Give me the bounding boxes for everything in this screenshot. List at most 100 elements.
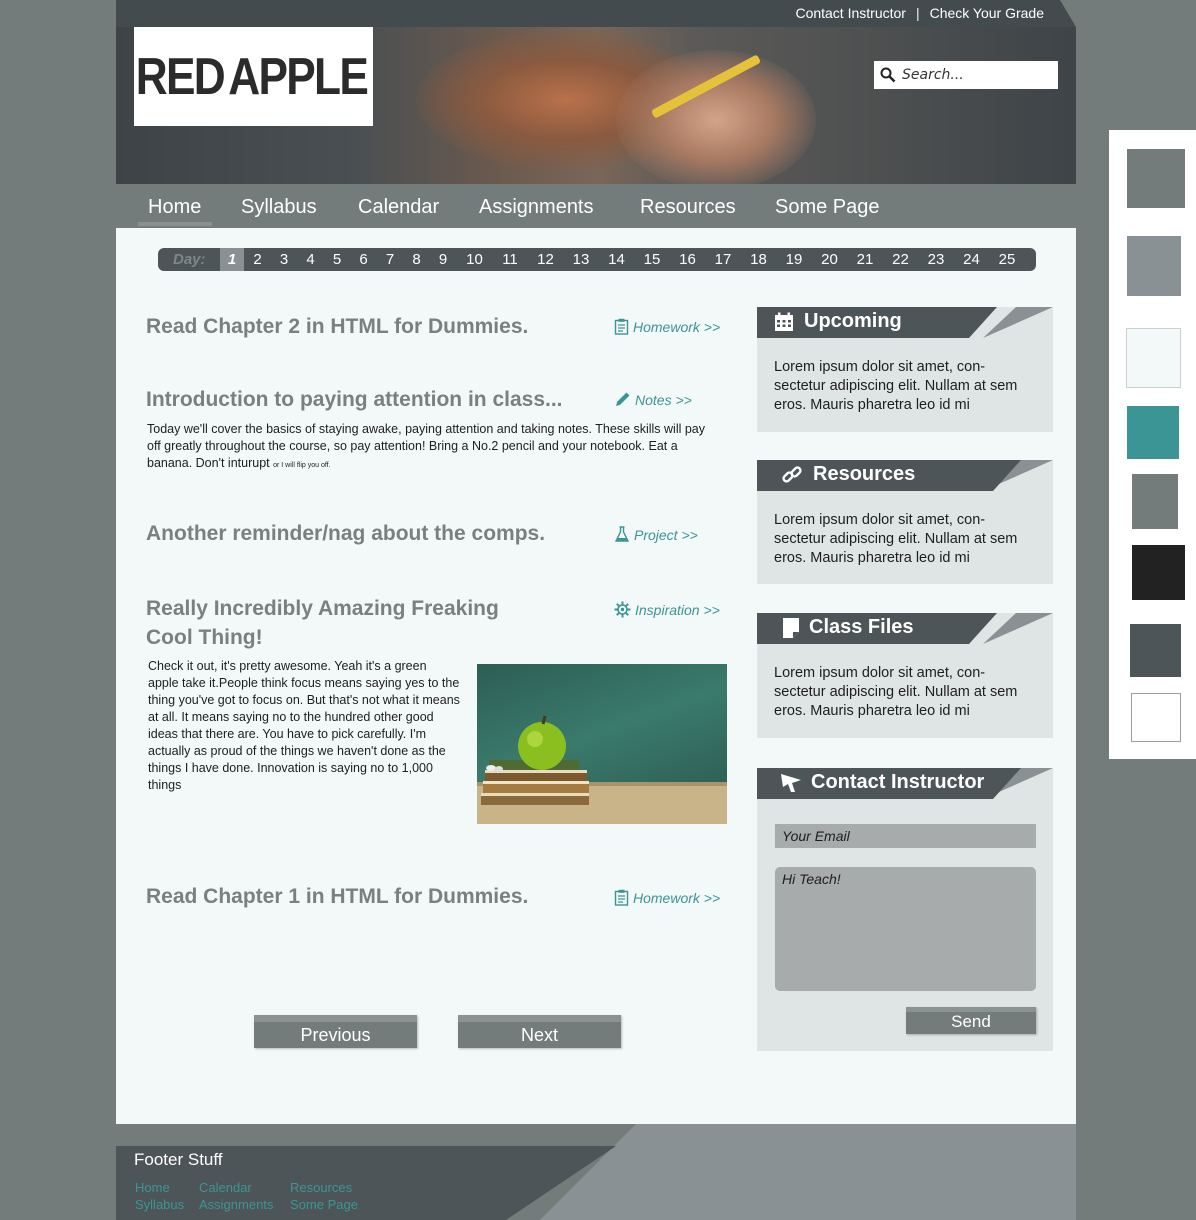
day-1[interactable]: 1	[220, 248, 244, 271]
day-3[interactable]: 3	[271, 248, 297, 271]
day-list: 1 2 3 4 5 6 7 8 9 10 11 12 13 14 15 16 17 18 19 20 21 22 23 24 2…	[220, 248, 1024, 271]
widget-title: Upcoming	[774, 310, 902, 333]
day-18[interactable]: 18	[740, 248, 777, 271]
notes-link-label: Notes >>	[635, 391, 692, 408]
widget-header-accent	[983, 613, 1053, 644]
day-25[interactable]: 25	[990, 248, 1024, 271]
nav-item-resources[interactable]: Resources	[640, 196, 736, 219]
contact-title: Contact Instructor	[811, 771, 985, 793]
homework-link[interactable]: Homework >>	[614, 889, 720, 906]
post-title[interactable]: Really Incredibly Amazing Freaking Cool …	[146, 594, 546, 652]
homework-link-label: Homework >>	[633, 318, 721, 335]
day-21[interactable]: 21	[848, 248, 882, 271]
widget-title: Resources	[781, 463, 915, 486]
resources-body: Lorem ipsum dolor sit amet, con-sectetur…	[774, 512, 1018, 566]
day-2[interactable]: 2	[244, 248, 271, 271]
footer-link-resources[interactable]: Resources	[290, 1180, 352, 1195]
day-4[interactable]: 4	[297, 248, 324, 271]
search-box[interactable]	[874, 61, 1058, 89]
day-23[interactable]: 23	[919, 248, 953, 271]
logo[interactable]: RED APPLE	[134, 27, 373, 126]
class-files-body: Lorem ipsum dolor sit amet, con-sectetur…	[774, 665, 1018, 719]
footer-link-home[interactable]: Home	[135, 1180, 170, 1195]
send-button[interactable]: Send	[906, 1007, 1036, 1034]
post-title[interactable]: Another reminder/nag about the comps.	[146, 519, 545, 548]
day-13[interactable]: 13	[564, 248, 598, 271]
homework-link[interactable]: Homework >>	[614, 318, 720, 335]
send-icon	[781, 773, 801, 792]
upcoming-body: Lorem ipsum dolor sit amet, con-sectetur…	[774, 359, 1018, 413]
nav-item-syllabus[interactable]: Syllabus	[241, 196, 317, 219]
day-17[interactable]: 17	[706, 248, 740, 271]
message-field[interactable]	[775, 867, 1036, 991]
post-title[interactable]: Introduction to paying attention in clas…	[146, 385, 563, 414]
day-5[interactable]: 5	[324, 248, 350, 271]
color-swatch	[1130, 624, 1181, 677]
post-title-line: Really Incredibly Amazing Freaking	[146, 597, 499, 620]
inspiration-link-label: Inspiration >>	[635, 601, 720, 618]
flask-icon	[614, 526, 630, 542]
check-grade-link[interactable]: Check Your Grade	[930, 5, 1044, 21]
color-swatch	[1127, 406, 1179, 459]
nav-item-calendar[interactable]: Calendar	[358, 196, 439, 219]
next-button[interactable]: Next	[458, 1015, 621, 1048]
green-apple-photo-art	[477, 715, 727, 824]
day-label: Day:	[173, 251, 206, 268]
day-7[interactable]: 7	[377, 248, 403, 271]
resources-widget: Resources Lorem ipsum dolor sit amet, co…	[757, 460, 1053, 584]
previous-button[interactable]: Previous	[254, 1015, 417, 1048]
project-link-label: Project >>	[634, 526, 698, 543]
color-swatch	[1131, 693, 1181, 742]
footer-link-assignments[interactable]: Assignments	[199, 1197, 273, 1212]
day-6[interactable]: 6	[350, 248, 377, 271]
clipboard-icon	[614, 889, 629, 906]
day-20[interactable]: 20	[811, 248, 848, 271]
inspiration-link[interactable]: Inspiration >>	[614, 601, 720, 618]
day-16[interactable]: 16	[669, 248, 706, 271]
day-11[interactable]: 11	[493, 248, 527, 271]
search-input[interactable]	[902, 67, 1052, 83]
day-12[interactable]: 12	[527, 248, 564, 271]
project-link[interactable]: Project >>	[614, 526, 698, 543]
upcoming-title: Upcoming	[804, 310, 902, 332]
logo-text-red: RED	[135, 47, 226, 106]
contact-instructor-link[interactable]: Contact Instructor	[795, 5, 906, 21]
day-24[interactable]: 24	[953, 248, 990, 271]
upcoming-widget: Upcoming Lorem ipsum dolor sit amet, con…	[757, 307, 1053, 432]
nav-active-indicator	[138, 222, 212, 226]
color-swatch-panel	[1109, 130, 1196, 759]
top-bar-corner	[1060, 0, 1076, 27]
clipboard-icon	[614, 318, 629, 335]
calendar-icon	[775, 312, 793, 331]
post-body-text: Today we'll cover the basics of staying …	[147, 422, 706, 470]
nav-item-some-page[interactable]: Some Page	[775, 196, 880, 219]
top-bar: Contact Instructor | Check Your Grade	[116, 0, 1076, 27]
footer-link-syllabus[interactable]: Syllabus	[135, 1197, 184, 1212]
day-15[interactable]: 15	[635, 248, 669, 271]
gear-icon	[614, 601, 631, 618]
logo-text-apple: APPLE	[227, 47, 369, 106]
footer-link-some-page[interactable]: Some Page	[290, 1197, 358, 1212]
day-9[interactable]: 9	[430, 248, 456, 271]
banner-photo-hand	[616, 50, 816, 184]
day-19[interactable]: 19	[777, 248, 811, 271]
nav-item-home[interactable]: Home	[148, 196, 201, 219]
color-swatch	[1126, 328, 1181, 388]
class-files-widget: Class Files Lorem ipsum dolor sit amet, …	[757, 613, 1053, 738]
notes-link[interactable]: Notes >>	[614, 391, 692, 408]
search-icon[interactable]	[874, 67, 902, 83]
nav-item-assignments[interactable]: Assignments	[479, 196, 594, 219]
day-14[interactable]: 14	[598, 248, 635, 271]
day-22[interactable]: 22	[882, 248, 919, 271]
color-swatch	[1127, 236, 1181, 296]
post-body: Check it out, it's pretty awesome. Yeah …	[148, 659, 460, 792]
post-title[interactable]: Read Chapter 2 in HTML for Dummies.	[146, 312, 528, 341]
footer-link-calendar[interactable]: Calendar	[199, 1180, 252, 1195]
top-links: Contact Instructor | Check Your Grade	[795, 5, 1044, 21]
main-nav: Home Syllabus Calendar Assignments Resou…	[116, 184, 1076, 228]
day-8[interactable]: 8	[403, 248, 430, 271]
email-field[interactable]	[775, 824, 1036, 848]
post-title[interactable]: Read Chapter 1 in HTML for Dummies.	[146, 882, 528, 911]
footer-accent	[540, 1124, 1076, 1220]
day-10[interactable]: 10	[456, 248, 493, 271]
